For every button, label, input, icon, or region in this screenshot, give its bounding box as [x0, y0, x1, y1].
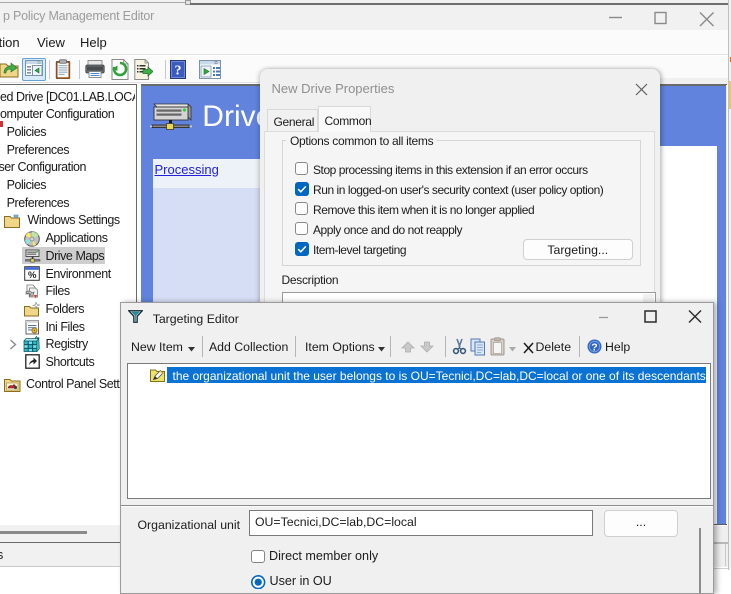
svg-text:?: ? — [592, 342, 598, 354]
svg-text:?: ? — [175, 64, 182, 79]
svg-text:%: % — [28, 270, 37, 281]
